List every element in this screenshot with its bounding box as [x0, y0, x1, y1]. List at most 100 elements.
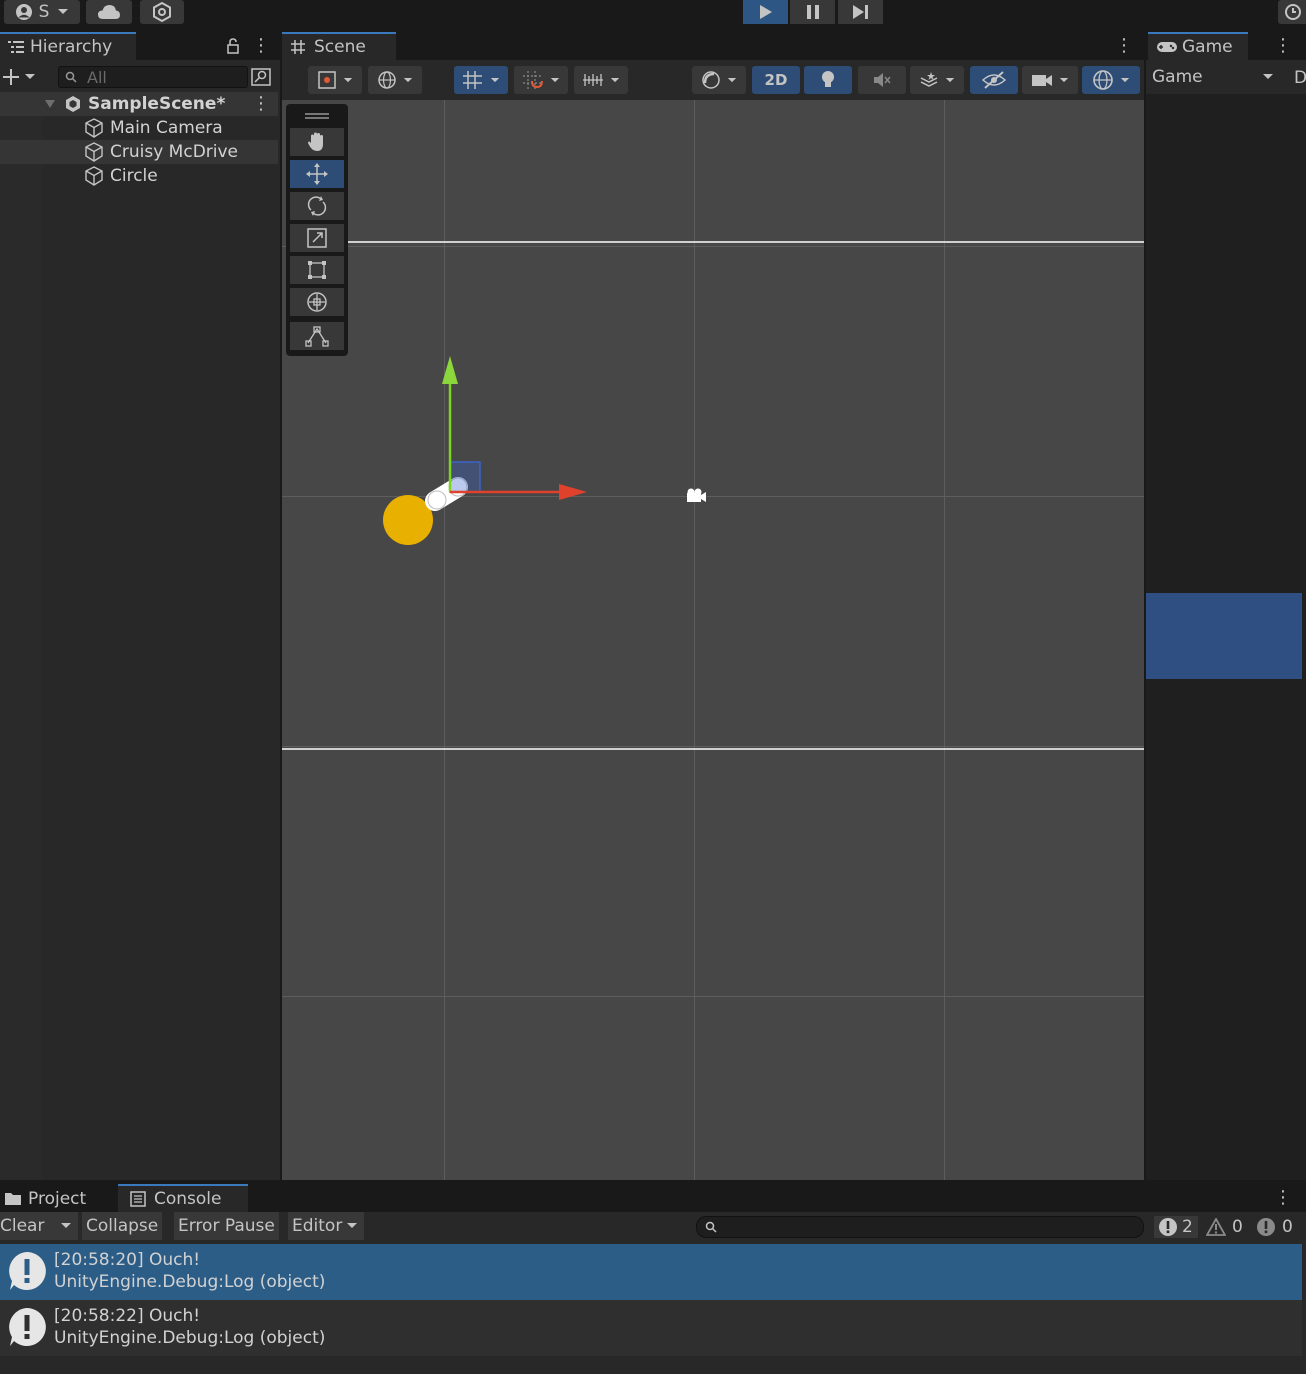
- game-view[interactable]: [1146, 94, 1306, 1180]
- camera-gizmo-icon[interactable]: [687, 488, 706, 503]
- console-log-entry[interactable]: [20:58:22] Ouch! UnityEngine.Debug:Log (…: [0, 1300, 1302, 1356]
- palette-grip[interactable]: [305, 117, 329, 119]
- grid-snap-toggle[interactable]: [454, 66, 508, 94]
- chevron-down-icon: [343, 77, 353, 82]
- warning-count: 0: [1232, 1217, 1243, 1237]
- tab-project[interactable]: Project: [0, 1184, 116, 1212]
- increment-snap-dropdown[interactable]: [574, 66, 628, 94]
- console-search-input[interactable]: [696, 1216, 1144, 1238]
- game-toolbar: Game D: [1146, 62, 1306, 92]
- chevron-down-icon: [58, 9, 69, 14]
- create-dropdown[interactable]: [2, 66, 42, 88]
- gizmo-sphere-icon: [1093, 70, 1113, 90]
- hand-icon: [308, 132, 323, 151]
- draw-mode-dropdown[interactable]: [308, 66, 362, 94]
- snap-icon: [523, 71, 543, 89]
- hierarchy-menu-icon[interactable]: ⋮: [252, 36, 270, 56]
- editor-dropdown[interactable]: Editor: [288, 1212, 364, 1240]
- lock-icon[interactable]: [226, 38, 240, 54]
- error-icon: [1257, 1218, 1275, 1236]
- clear-button[interactable]: Clear: [0, 1212, 78, 1240]
- video-camera-icon: [1032, 75, 1052, 86]
- tab-scene[interactable]: Scene: [282, 32, 396, 60]
- hierarchy-item-label: Circle: [110, 166, 158, 186]
- toggle-2d-button[interactable]: 2D: [752, 66, 800, 94]
- game-display-dropdown[interactable]: Game: [1146, 64, 1280, 90]
- lighting-toggle[interactable]: [804, 66, 852, 94]
- pause-button[interactable]: [790, 0, 835, 24]
- scene-menu-icon[interactable]: ⋮: [1115, 36, 1133, 56]
- hierarchy-item-label: Main Camera: [110, 118, 223, 138]
- view-tool-button[interactable]: [290, 128, 344, 156]
- scene-viewport[interactable]: [282, 100, 1144, 1180]
- search-by-type-icon[interactable]: [251, 68, 271, 86]
- game-dropdown-value: Game: [1152, 67, 1203, 87]
- scene-root-row[interactable]: SampleScene* ⋮: [0, 92, 278, 116]
- error-pause-label: Error Pause: [178, 1216, 275, 1236]
- game-panel: Game ⋮ Game D: [1146, 30, 1306, 1180]
- shading-mode-dropdown[interactable]: [692, 66, 746, 94]
- folder-icon: [5, 1193, 21, 1205]
- hierarchy-item-circle[interactable]: Circle: [0, 164, 278, 188]
- hidden-eye-icon: [982, 71, 1006, 89]
- step-button[interactable]: [838, 0, 883, 24]
- rect-tool-button[interactable]: [290, 256, 344, 284]
- error-count-toggle[interactable]: 0: [1256, 1216, 1300, 1238]
- foldout-arrow-icon[interactable]: [44, 99, 56, 109]
- scene-visibility-toggle[interactable]: [970, 66, 1018, 94]
- history-button[interactable]: [1278, 0, 1306, 24]
- chevron-down-icon: [550, 77, 560, 82]
- tab-hierarchy[interactable]: Hierarchy: [0, 32, 136, 60]
- game-menu-icon[interactable]: ⋮: [1274, 36, 1292, 56]
- transform-tool-button[interactable]: [290, 288, 344, 316]
- move-tool-button[interactable]: [290, 160, 344, 188]
- custom-tool-button[interactable]: [290, 322, 344, 350]
- scale-tool-button[interactable]: [290, 224, 344, 252]
- clear-label: Clear: [0, 1216, 45, 1236]
- warning-count-toggle[interactable]: 0: [1206, 1216, 1250, 1238]
- move-arrows-icon: [306, 163, 328, 185]
- collab-button[interactable]: [140, 0, 184, 24]
- console-menu-icon[interactable]: ⋮: [1274, 1188, 1292, 1208]
- log-count-toggle[interactable]: 2: [1154, 1216, 1198, 1238]
- chevron-down-icon[interactable]: [60, 1222, 72, 1230]
- cloud-button[interactable]: [86, 0, 132, 24]
- move-gizmo-plane-handle[interactable]: [449, 461, 481, 493]
- rotate-tool-button[interactable]: [290, 192, 344, 220]
- search-icon: [65, 71, 77, 83]
- chevron-down-icon: [347, 1223, 357, 1228]
- scene-menu-icon[interactable]: ⋮: [252, 94, 270, 114]
- move-gizmo-y-arrow[interactable]: [442, 356, 458, 384]
- error-pause-toggle[interactable]: Error Pause: [174, 1212, 279, 1240]
- console-tabstrip: Project Console ⋮: [0, 1182, 1306, 1212]
- tab-game[interactable]: Game: [1148, 32, 1248, 60]
- hierarchy-search-input[interactable]: All: [58, 66, 248, 88]
- audio-toggle[interactable]: [858, 66, 906, 94]
- log-text: [20:58:20] Ouch! UnityEngine.Debug:Log (…: [54, 1249, 325, 1293]
- scene-gizmos: [383, 356, 706, 545]
- chevron-down-icon: [727, 77, 737, 82]
- log-message: [20:58:22] Ouch!: [54, 1306, 201, 1326]
- chevron-down-icon: [1120, 77, 1130, 82]
- console-icon: [130, 1191, 146, 1207]
- info-message-icon: [9, 1252, 46, 1290]
- toggle-2d-label: 2D: [764, 71, 788, 89]
- game-tab-label: Game: [1182, 37, 1233, 57]
- effects-dropdown[interactable]: [910, 66, 964, 94]
- snap-increment-dropdown[interactable]: [514, 66, 568, 94]
- cloud-icon: [98, 5, 120, 19]
- tab-console[interactable]: Console: [118, 1184, 248, 1212]
- account-dropdown[interactable]: S: [4, 0, 80, 24]
- palette-grip[interactable]: [305, 113, 329, 115]
- gizmos-dropdown[interactable]: [1082, 66, 1140, 94]
- collapse-toggle[interactable]: Collapse: [82, 1212, 163, 1240]
- console-log-entry[interactable]: [20:58:20] Ouch! UnityEngine.Debug:Log (…: [0, 1244, 1302, 1300]
- scene-camera-dropdown[interactable]: [1022, 66, 1078, 94]
- play-button[interactable]: [743, 0, 788, 24]
- game-partial-label[interactable]: D: [1294, 68, 1306, 88]
- move-gizmo-x-arrow[interactable]: [559, 484, 587, 500]
- hierarchy-item-cruisy-mcdrive[interactable]: Cruisy McDrive: [0, 140, 278, 164]
- chevron-down-icon: [1059, 77, 1069, 82]
- hierarchy-item-main-camera[interactable]: Main Camera: [0, 116, 278, 140]
- global-local-dropdown[interactable]: [368, 66, 422, 94]
